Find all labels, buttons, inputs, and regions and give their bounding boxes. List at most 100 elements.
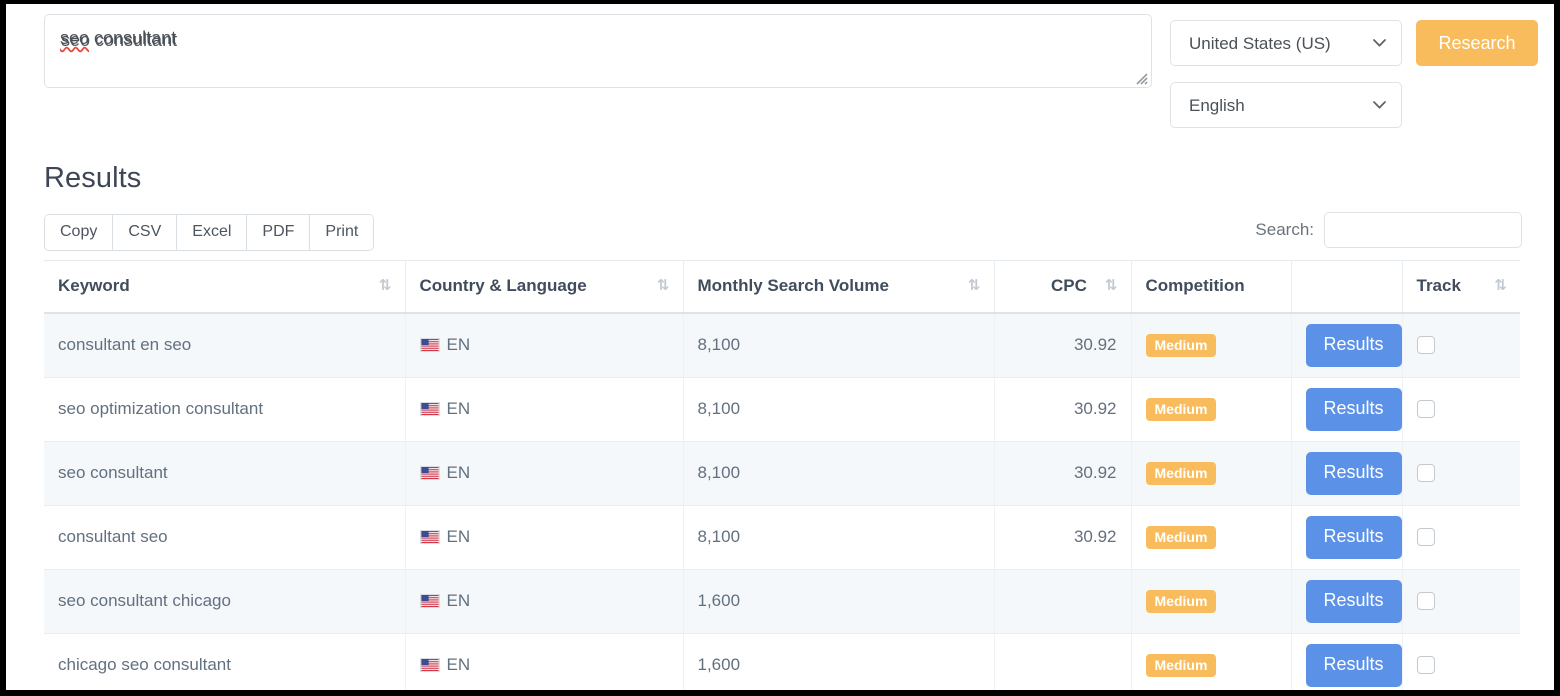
cell-actions: Results — [1291, 569, 1402, 633]
cell-competition: Medium — [1131, 377, 1291, 441]
cell-cpc: 30.92 — [994, 505, 1131, 569]
cell-competition: Medium — [1131, 505, 1291, 569]
row-results-button[interactable]: Results — [1306, 388, 1402, 431]
table-search-input[interactable] — [1324, 212, 1522, 248]
us-flag-icon — [420, 594, 440, 608]
row-results-button[interactable]: Results — [1306, 516, 1402, 559]
row-results-button[interactable]: Results — [1306, 324, 1402, 367]
us-flag-icon — [420, 466, 440, 480]
cell-search-volume: 8,100 — [683, 505, 994, 569]
sort-arrows-icon[interactable]: ⇅ — [968, 278, 980, 293]
export-button-print[interactable]: Print — [310, 215, 373, 250]
table-row: seo consultant EN 8,10030.92 Medium Results — [44, 441, 1520, 505]
research-button[interactable]: Research — [1416, 20, 1538, 66]
cell-country-language: EN — [405, 441, 683, 505]
cell-search-volume: 8,100 — [683, 441, 994, 505]
language-code: EN — [447, 399, 471, 419]
cell-track — [1402, 633, 1520, 690]
competition-badge: Medium — [1146, 526, 1217, 549]
cell-keyword: seo optimization consultant — [44, 377, 405, 441]
cell-search-volume: 1,600 — [683, 569, 994, 633]
us-flag-icon — [420, 658, 440, 672]
competition-badge: Medium — [1146, 462, 1217, 485]
export-button-pdf[interactable]: PDF — [247, 215, 310, 250]
column-header-actions — [1291, 261, 1402, 313]
cell-country-language: EN — [405, 377, 683, 441]
table-body: consultant en seoEN8,10030.92MediumResul… — [44, 313, 1520, 691]
language-code: EN — [447, 591, 471, 611]
track-checkbox[interactable] — [1417, 336, 1435, 354]
cell-track — [1402, 313, 1520, 378]
track-checkbox[interactable] — [1417, 464, 1435, 482]
cell-actions: Results — [1291, 633, 1402, 690]
export-button-copy[interactable]: Copy — [45, 215, 113, 250]
column-header-keyword[interactable]: Keyword ⇅ — [44, 261, 405, 313]
results-table: Keyword⇅Country & Language⇅Monthly Searc… — [44, 260, 1520, 690]
keyword-input[interactable] — [44, 14, 1152, 88]
cell-country-language: EN — [405, 313, 683, 378]
cell-cpc — [994, 633, 1131, 690]
table-search-label: Search: — [1255, 220, 1314, 240]
country-select[interactable]: United States (US) — [1170, 20, 1402, 66]
column-header-label: Country & Language — [420, 276, 587, 296]
export-button-csv[interactable]: CSV — [113, 215, 177, 250]
us-flag-icon — [420, 338, 440, 352]
cell-competition: Medium — [1131, 441, 1291, 505]
cell-cpc — [994, 569, 1131, 633]
cell-keyword: chicago seo consultant — [44, 633, 405, 690]
cell-track — [1402, 377, 1520, 441]
sort-arrows-icon[interactable]: ⇅ — [657, 278, 669, 293]
language-code: EN — [447, 463, 471, 483]
competition-badge: Medium — [1146, 590, 1217, 613]
cell-country-language: EN — [405, 569, 683, 633]
row-results-button[interactable]: Results — [1306, 452, 1402, 495]
language-code: EN — [447, 527, 471, 547]
column-header-track[interactable]: Track⇅ — [1402, 261, 1520, 313]
cell-actions: Results — [1291, 505, 1402, 569]
cell-search-volume: 1,600 — [683, 633, 994, 690]
table-row: consultant en seoEN8,10030.92MediumResul… — [44, 313, 1520, 378]
cell-actions: Results — [1291, 441, 1402, 505]
cell-cpc: 30.92 — [994, 441, 1131, 505]
track-checkbox[interactable] — [1417, 528, 1435, 546]
column-header-label: CPC — [1051, 276, 1087, 296]
cell-cpc: 30.92 — [994, 313, 1131, 378]
sort-arrows-icon[interactable]: ⇅ — [379, 278, 391, 293]
column-header-competition: Competition — [1131, 261, 1291, 313]
cell-actions: Results — [1291, 313, 1402, 378]
column-header-cpc[interactable]: CPC ⇅ — [994, 261, 1131, 313]
us-flag-icon — [420, 402, 440, 416]
track-checkbox[interactable] — [1417, 592, 1435, 610]
sort-arrows-icon[interactable]: ⇅ — [1494, 278, 1506, 293]
cell-cpc: 30.92 — [994, 377, 1131, 441]
track-checkbox[interactable] — [1417, 400, 1435, 418]
cell-search-volume: 8,100 — [683, 313, 994, 378]
language-select[interactable]: English — [1170, 82, 1402, 128]
page-title: Results — [44, 162, 141, 195]
cell-competition: Medium — [1131, 313, 1291, 378]
column-header-monthly-search-volume[interactable]: Monthly Search Volume ⇅ — [683, 261, 994, 313]
cell-actions: Results — [1291, 377, 1402, 441]
table-row: chicago seo consultant EN 1,600 Medium Resul… — [44, 633, 1520, 690]
competition-badge: Medium — [1146, 654, 1217, 677]
track-checkbox[interactable] — [1417, 656, 1435, 674]
competition-badge: Medium — [1146, 398, 1217, 421]
cell-track — [1402, 441, 1520, 505]
sort-arrows-icon[interactable]: ⇅ — [1105, 278, 1117, 293]
cell-competition: Medium — [1131, 569, 1291, 633]
column-header-label: Monthly Search Volume — [698, 276, 889, 296]
language-code: EN — [447, 655, 471, 675]
app-screen: seo consultant United States (US) Englis… — [6, 4, 1554, 690]
column-header-country-language[interactable]: Country & Language ⇅ — [405, 261, 683, 313]
cell-competition: Medium — [1131, 633, 1291, 690]
cell-country-language: EN — [405, 505, 683, 569]
column-header-label: Keyword — [58, 276, 130, 296]
table-search: Search: — [1255, 212, 1522, 248]
row-results-button[interactable]: Results — [1306, 644, 1402, 687]
export-button-excel[interactable]: Excel — [177, 215, 247, 250]
cell-track — [1402, 569, 1520, 633]
results-table-wrapper: Keyword⇅Country & Language⇅Monthly Searc… — [44, 260, 1520, 690]
cell-keyword: seo consultant — [44, 441, 405, 505]
row-results-button[interactable]: Results — [1306, 580, 1402, 623]
export-button-group: CopyCSVExcelPDFPrint — [44, 214, 374, 251]
